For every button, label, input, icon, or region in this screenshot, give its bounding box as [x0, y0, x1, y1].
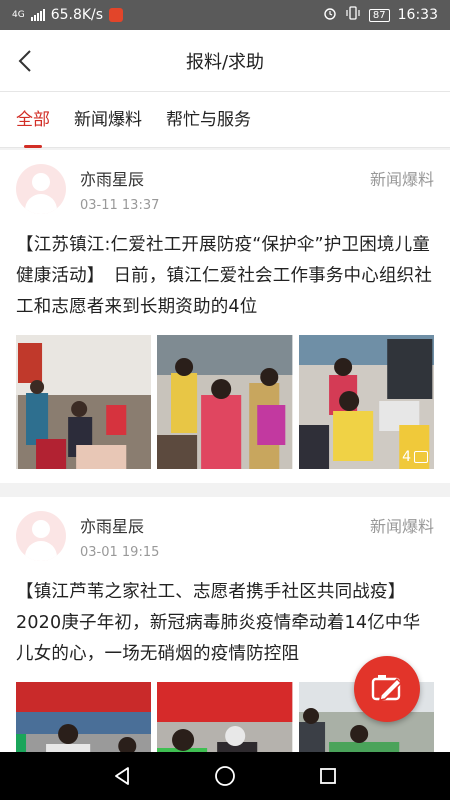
- app-header: 报料/求助: [0, 30, 450, 92]
- circle-home-icon: [215, 766, 235, 786]
- post-image[interactable]: 4: [298, 335, 434, 469]
- tab-news-tips[interactable]: 新闻爆料: [74, 92, 142, 148]
- post-card[interactable]: 亦雨星辰 03-11 13:37 新闻爆料 【江苏镇江:仁爱社工开展防疫“保护伞…: [0, 150, 450, 483]
- image-count-badge: 4: [402, 449, 428, 465]
- nav-back-button[interactable]: [107, 761, 137, 791]
- page-title: 报料/求助: [185, 51, 265, 73]
- post-image[interactable]: [16, 335, 152, 469]
- post-image[interactable]: [157, 335, 293, 469]
- clock: 16:33: [397, 7, 438, 23]
- avatar[interactable]: [16, 164, 66, 214]
- triangle-back-icon: [114, 767, 129, 785]
- tab-bar: 全部 新闻爆料 帮忙与服务: [0, 92, 450, 148]
- status-bar: 4G 65.8K/s 87 16:33: [0, 0, 450, 30]
- post-image[interactable]: [16, 682, 152, 752]
- post-images: 4: [16, 335, 434, 469]
- tab-all[interactable]: 全部: [16, 92, 50, 148]
- signal-icon: [30, 9, 45, 21]
- alarm-icon: [323, 6, 337, 24]
- network-label: 4G: [12, 10, 25, 20]
- post-author[interactable]: 亦雨星辰: [80, 166, 370, 190]
- report-camera-icon: [371, 675, 403, 701]
- post-text[interactable]: 【江苏镇江:仁爱社工开展防疫“保护伞”护卫困境儿童健康活动】 日前，镇江仁爱社会…: [16, 230, 434, 323]
- post-category: 新闻爆料: [369, 517, 434, 536]
- post-time: 03-01 19:15: [80, 545, 160, 560]
- square-recent-icon: [320, 768, 337, 784]
- report-fab-button[interactable]: [354, 656, 420, 722]
- post-time: 03-11 13:37: [80, 198, 160, 213]
- nav-home-button[interactable]: [210, 761, 240, 791]
- image-stack-icon: [413, 451, 428, 463]
- vibrate-icon: [345, 6, 361, 24]
- post-image[interactable]: [157, 682, 293, 752]
- network-speed: 65.8K/s: [50, 7, 104, 23]
- app-notification-icon: [109, 8, 124, 22]
- system-nav-bar: [0, 752, 450, 800]
- nav-recent-button[interactable]: [313, 761, 343, 791]
- post-text[interactable]: 【镇江芦苇之家社工、志愿者携手社区共同战疫】2020庚子年初，新冠病毒肺炎疫情牵…: [16, 577, 434, 670]
- post-author[interactable]: 亦雨星辰: [80, 513, 370, 537]
- tab-help-services[interactable]: 帮忙与服务: [166, 92, 251, 148]
- battery-indicator: 87: [368, 8, 390, 22]
- back-button[interactable]: [14, 48, 38, 74]
- post-category: 新闻爆料: [369, 170, 434, 189]
- avatar[interactable]: [16, 511, 66, 561]
- image-count: 4: [402, 449, 411, 465]
- chevron-left-icon: [18, 50, 31, 72]
